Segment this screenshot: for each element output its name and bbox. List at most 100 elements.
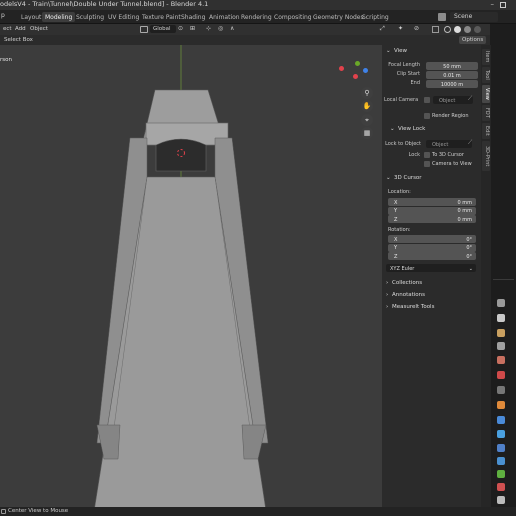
3d-viewport[interactable]: rson ⚲ ✋ ⌖ ▦ [0, 45, 382, 507]
collections-panel[interactable]: Collections [392, 280, 422, 287]
options-button[interactable]: Options [459, 36, 487, 44]
focal-length-field[interactable]: 50 mm [426, 62, 478, 70]
tab-view[interactable]: View [482, 85, 490, 103]
proportional-icon[interactable]: ◎ [218, 26, 223, 32]
gizmo-x-axis[interactable] [339, 66, 344, 71]
tab-scripting[interactable]: Scripting [359, 12, 392, 22]
snap-target-icon[interactable]: ⊹ [206, 26, 211, 32]
location-z-field[interactable]: Z 0 mm [388, 215, 476, 223]
view-section-chevron[interactable]: ⌄ [386, 48, 391, 55]
tab-item[interactable]: Item [482, 49, 490, 65]
to-3d-cursor-checkbox[interactable] [424, 152, 430, 158]
tab-edit[interactable]: Edit [482, 123, 490, 139]
tab-compositing[interactable]: Compositing [271, 12, 315, 22]
tab-shading[interactable]: Shading [178, 12, 208, 22]
measureit-panel[interactable]: MeasureIt Tools [392, 304, 434, 311]
clip-end-field[interactable]: 10000 m [426, 80, 478, 88]
view-layer-icon[interactable] [497, 342, 505, 350]
falloff-icon[interactable]: ∧ [230, 26, 234, 32]
constraints-icon[interactable] [497, 457, 505, 465]
object-icon[interactable] [497, 401, 505, 409]
rotation-mode-select[interactable]: XYZ Euler ⌄ [386, 264, 476, 272]
rotation-y-field[interactable]: Y 0° [388, 243, 476, 252]
rotation-y-value: 0° [466, 245, 472, 251]
xray-icon[interactable] [432, 26, 439, 33]
pivot-icon[interactable]: ⊙ [178, 26, 183, 32]
material-shading-icon[interactable] [464, 26, 471, 33]
lock-to-object-field[interactable]: Object [426, 140, 472, 148]
gizmo-y-axis[interactable] [355, 61, 360, 66]
tab-uv-editing[interactable]: UV Editing [105, 12, 142, 22]
menu-object[interactable]: Object [27, 25, 51, 33]
location-y-field[interactable]: Y 0 mm [388, 206, 476, 215]
properties-editor [491, 24, 516, 507]
tab-fdt[interactable]: FDT [482, 105, 490, 121]
tab-rendering[interactable]: Rendering [238, 12, 275, 22]
transform-orientation-select[interactable]: Global [150, 25, 176, 33]
location-y-value: 0 mm [457, 208, 472, 214]
pan-hand-icon[interactable]: ✋ [361, 100, 373, 112]
render-region-checkbox[interactable] [424, 113, 430, 119]
camera-view-icon[interactable]: ⌖ [361, 114, 373, 126]
view-section-title[interactable]: View [394, 48, 407, 55]
clip-start-field[interactable]: 0.01 m [426, 71, 478, 79]
lock-eyedropper-icon[interactable]: ⟋ [468, 140, 472, 146]
scene-selector[interactable]: Scene [450, 12, 498, 22]
gizmo-z-axis[interactable] [363, 68, 368, 73]
cursor-section-title[interactable]: 3D Cursor [394, 175, 422, 182]
world-icon[interactable] [497, 371, 505, 379]
tab-texture-paint[interactable]: Texture Paint [139, 12, 184, 22]
particles-icon[interactable] [497, 430, 505, 438]
divider [493, 279, 514, 280]
modifier-icon[interactable] [497, 416, 505, 424]
overlay-toggle-icon[interactable]: ⊘ [414, 26, 419, 32]
snap-icon[interactable]: ⊞ [190, 26, 195, 32]
local-camera-checkbox[interactable] [424, 97, 430, 103]
solid-shading-icon[interactable] [454, 26, 461, 33]
rotation-label: Rotation: [388, 227, 411, 233]
rot-axis-x-label: X [394, 236, 398, 243]
view-lock-title[interactable]: View Lock [398, 126, 425, 133]
location-x-field[interactable]: X 0 mm [388, 198, 476, 206]
maximize-icon[interactable] [500, 2, 506, 8]
material-icon[interactable] [497, 483, 505, 491]
data-icon[interactable] [497, 470, 505, 478]
lock-label: Lock [408, 152, 420, 158]
view-lock-chevron[interactable]: ⌄ [390, 126, 395, 133]
tab-modeling[interactable]: Modeling [42, 12, 76, 22]
annotations-chevron[interactable]: › [386, 292, 388, 299]
zoom-icon[interactable]: ⚲ [361, 87, 373, 99]
gizmo-x-neg-axis[interactable] [353, 74, 358, 79]
output-icon[interactable] [497, 329, 505, 337]
rotation-z-field[interactable]: Z 0° [388, 252, 476, 260]
eyedropper-icon[interactable]: ⟋ [468, 96, 472, 102]
tool-icon[interactable] [497, 299, 505, 307]
local-camera-field[interactable]: Object [433, 96, 473, 104]
wireframe-shading-icon[interactable] [444, 26, 451, 33]
mouse-icon [1, 509, 6, 514]
minimize-icon[interactable]: – [491, 1, 495, 8]
gizmo-toggle-icon[interactable]: ✦ [398, 26, 403, 32]
tab-tool[interactable]: Tool [482, 67, 490, 83]
rendered-shading-icon[interactable] [474, 26, 481, 33]
location-x-value: 0 mm [457, 199, 472, 206]
select-box-tool[interactable]: Select Box [1, 36, 36, 44]
texture-icon[interactable] [497, 496, 505, 504]
scene-props-icon[interactable] [497, 356, 505, 364]
camera-to-view-checkbox[interactable] [424, 161, 430, 167]
visibility-icon[interactable]: ⤢ [380, 26, 385, 32]
rotation-x-field[interactable]: X 0° [388, 235, 476, 243]
render-icon[interactable] [497, 314, 505, 322]
collections-chevron[interactable]: › [386, 280, 388, 287]
physics-icon[interactable] [497, 444, 505, 452]
local-camera-label: Local Camera [384, 97, 419, 103]
annotations-panel[interactable]: Annotations [392, 292, 425, 299]
tab-3d-print[interactable]: 3D-Print [482, 141, 490, 171]
ortho-grid-icon[interactable]: ▦ [361, 127, 373, 139]
measureit-chevron[interactable]: › [386, 304, 388, 311]
collection-icon[interactable] [497, 386, 505, 394]
tab-layout[interactable]: Layout [18, 12, 44, 22]
tab-sculpting[interactable]: Sculpting [73, 12, 107, 22]
cursor-section-chevron[interactable]: ⌄ [386, 175, 391, 182]
axis-z-label: Z [394, 216, 398, 223]
